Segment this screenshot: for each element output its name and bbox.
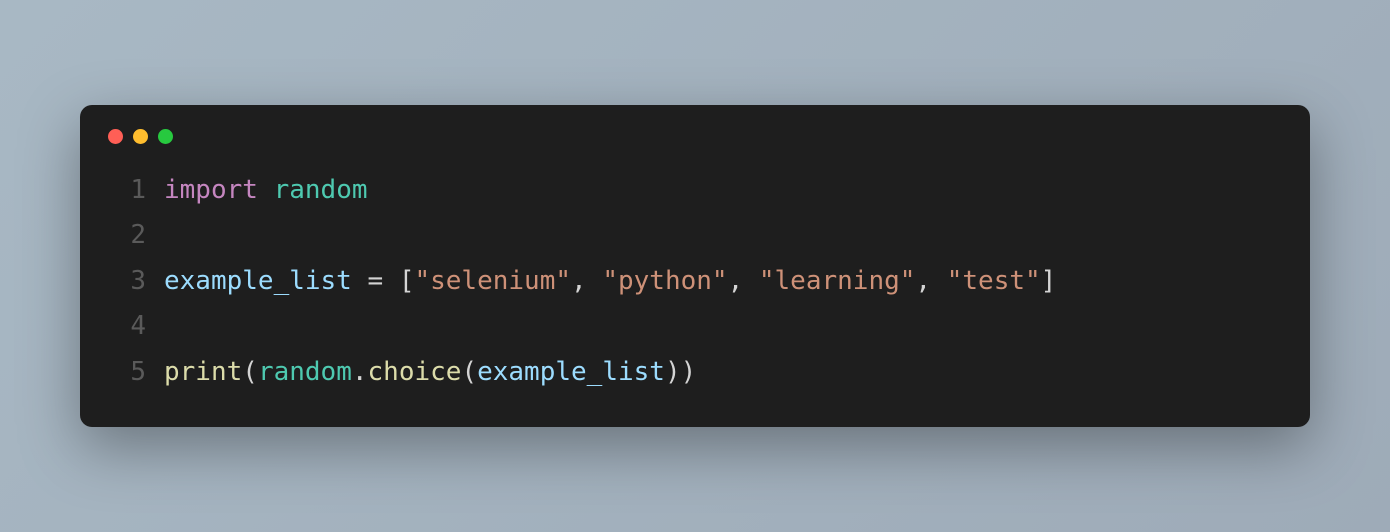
bracket-open: [ xyxy=(399,266,415,296)
paren-open: ( xyxy=(242,357,258,387)
space xyxy=(352,266,368,296)
variable-name: example_list xyxy=(477,357,665,387)
operator-equals: = xyxy=(368,266,384,296)
code-line: 4 xyxy=(108,304,1282,350)
space xyxy=(258,175,274,205)
code-content: import random xyxy=(164,168,1282,214)
window-titlebar xyxy=(108,129,1282,144)
code-line: 3 example_list = ["selenium", "python", … xyxy=(108,259,1282,305)
line-number: 3 xyxy=(108,259,146,305)
string-literal: "python" xyxy=(602,266,727,296)
code-line: 5 print(random.choice(example_list)) xyxy=(108,350,1282,396)
close-icon[interactable] xyxy=(108,129,123,144)
string-literal: "selenium" xyxy=(414,266,571,296)
bracket-close: ] xyxy=(1041,266,1057,296)
code-editor[interactable]: 1 import random 2 3 example_list = ["sel… xyxy=(108,168,1282,396)
string-literal: "learning" xyxy=(759,266,916,296)
keyword-import: import xyxy=(164,175,258,205)
code-content xyxy=(164,304,1282,350)
comma: , xyxy=(728,266,744,296)
code-content: print(random.choice(example_list)) xyxy=(164,350,1282,396)
code-window: 1 import random 2 3 example_list = ["sel… xyxy=(80,105,1310,428)
paren-close: ) xyxy=(665,357,681,387)
code-line: 2 xyxy=(108,213,1282,259)
line-number: 1 xyxy=(108,168,146,214)
method-choice: choice xyxy=(368,357,462,387)
maximize-icon[interactable] xyxy=(158,129,173,144)
space xyxy=(743,266,759,296)
comma: , xyxy=(571,266,587,296)
space xyxy=(587,266,603,296)
code-content xyxy=(164,213,1282,259)
line-number: 2 xyxy=(108,213,146,259)
line-number: 5 xyxy=(108,350,146,396)
module-name: random xyxy=(274,175,368,205)
space xyxy=(383,266,399,296)
code-content: example_list = ["selenium", "python", "l… xyxy=(164,259,1282,305)
variable-name: example_list xyxy=(164,266,352,296)
line-number: 4 xyxy=(108,304,146,350)
string-literal: "test" xyxy=(947,266,1041,296)
function-print: print xyxy=(164,357,242,387)
code-line: 1 import random xyxy=(108,168,1282,214)
space xyxy=(931,266,947,296)
dot-operator: . xyxy=(352,357,368,387)
paren-open: ( xyxy=(461,357,477,387)
minimize-icon[interactable] xyxy=(133,129,148,144)
module-name: random xyxy=(258,357,352,387)
paren-close: ) xyxy=(681,357,697,387)
comma: , xyxy=(915,266,931,296)
